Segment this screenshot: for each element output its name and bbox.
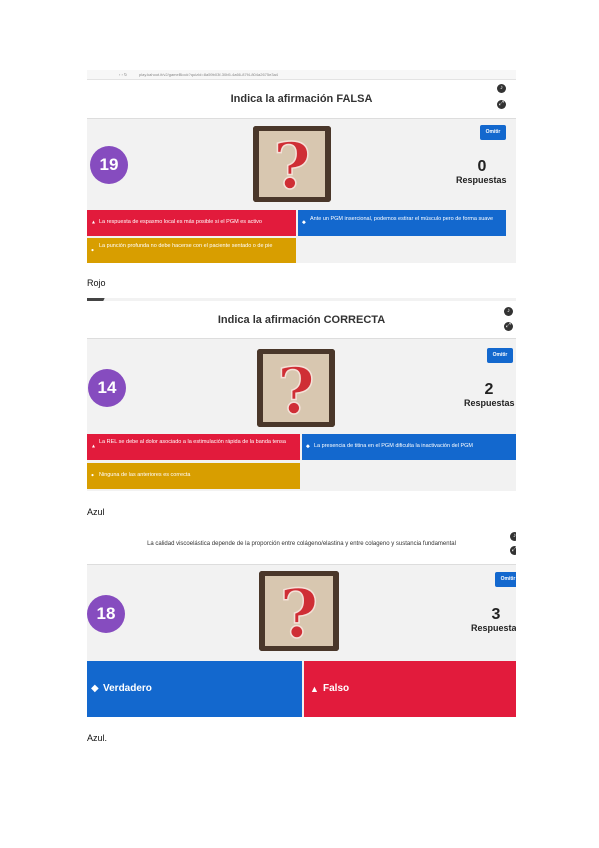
triangle-icon: ▲ bbox=[91, 443, 96, 450]
circle-icon: ● bbox=[91, 247, 95, 253]
triangle-icon: ▲ bbox=[310, 684, 319, 694]
question-mark-icon: ? bbox=[257, 349, 335, 427]
answer-count-label: Respuestas bbox=[464, 398, 515, 408]
skip-button[interactable]: Omitir bbox=[480, 125, 506, 140]
question-image: ? bbox=[259, 571, 339, 651]
answer-text: Verdadero bbox=[103, 683, 152, 694]
answer-option-yellow[interactable]: ● La punción profunda no debe hacerse co… bbox=[87, 238, 296, 263]
kahoot-screenshot-3: La calidad viscoelástica depende de la p… bbox=[87, 527, 516, 717]
question-title: La calidad viscoelástica depende de la p… bbox=[147, 541, 456, 547]
fullscreen-icon[interactable]: ⤢ bbox=[497, 100, 506, 109]
sound-icon[interactable]: ♪ bbox=[497, 84, 506, 93]
sound-icon[interactable]: ♪ bbox=[510, 532, 516, 541]
answer-count: 3 bbox=[491, 606, 501, 623]
answer-option-yellow[interactable]: ● Ninguna de las anteriores es correcta bbox=[87, 463, 300, 489]
kahoot-screenshot-1: ‹ › ↻ play.kahoot.it/v2/gameBlock?quizId… bbox=[87, 70, 516, 263]
answer-count-label: Respuestas bbox=[471, 623, 516, 633]
countdown-timer: 18 bbox=[87, 595, 125, 633]
question-mark-icon: ? bbox=[253, 126, 331, 202]
browser-url-bar[interactable]: ‹ › ↻ play.kahoot.it/v2/gameBlock?quizId… bbox=[87, 70, 516, 80]
diamond-icon: ◆ bbox=[306, 443, 310, 450]
answer-option-red[interactable]: ▲ Falso bbox=[304, 661, 516, 717]
answer-caption: Azul. bbox=[87, 733, 108, 743]
question-title: Indica la afirmación FALSA bbox=[230, 93, 373, 105]
answer-text: La presencia de titina en el PGM dificul… bbox=[314, 443, 473, 449]
answer-text: Ninguna de las anteriores es correcta bbox=[99, 472, 191, 478]
answer-count: 2 bbox=[484, 381, 494, 398]
answer-option-blue[interactable]: ◆ La presencia de titina en el PGM dific… bbox=[302, 434, 516, 460]
skip-button[interactable]: Omitir bbox=[495, 572, 516, 587]
answer-count: 0 bbox=[477, 158, 487, 175]
skip-button[interactable]: Omitir bbox=[487, 348, 513, 363]
answer-caption: Azul bbox=[87, 507, 105, 517]
question-image: ? bbox=[253, 126, 331, 202]
diamond-icon: ◆ bbox=[91, 683, 99, 694]
svg-text:?: ? bbox=[273, 129, 311, 202]
answer-option-red[interactable]: ▲ La REL se debe al dolor asociado a la … bbox=[87, 434, 300, 460]
question-header: Indica la afirmación FALSA ♪ ⤢ bbox=[87, 80, 516, 119]
svg-text:?: ? bbox=[280, 575, 319, 651]
countdown-timer: 19 bbox=[90, 146, 128, 184]
answer-option-blue[interactable]: ◆ Verdadero bbox=[87, 661, 302, 717]
diamond-icon: ◆ bbox=[302, 219, 306, 226]
question-image: ? bbox=[257, 349, 335, 427]
answer-count-label: Respuestas bbox=[456, 175, 507, 185]
answer-text: La REL se debe al dolor asociado a la es… bbox=[99, 439, 286, 445]
svg-text:?: ? bbox=[277, 354, 315, 427]
question-header: Indica la afirmación CORRECTA ♪ ⤢ bbox=[87, 301, 516, 339]
url-text: play.kahoot.it/v2/gameBlock?quizId=8a59b… bbox=[139, 72, 279, 77]
answer-option-red[interactable]: ▲ La respuesta de espasmo local es más p… bbox=[87, 210, 296, 236]
answer-option-blue[interactable]: ◆ Ante un PGM insercional, podemos estir… bbox=[298, 210, 506, 236]
fullscreen-icon[interactable]: ⤢ bbox=[504, 322, 513, 331]
circle-icon: ● bbox=[91, 472, 95, 479]
countdown-timer: 14 bbox=[88, 369, 126, 407]
question-mark-icon: ? bbox=[259, 571, 339, 651]
kahoot-screenshot-2: Indica la afirmación CORRECTA ♪ ⤢ Omitir… bbox=[87, 298, 516, 491]
sound-icon[interactable]: ♪ bbox=[504, 307, 513, 316]
answer-text: Falso bbox=[323, 683, 350, 694]
answer-text: La punción profunda no debe hacerse con … bbox=[99, 243, 273, 249]
question-title: Indica la afirmación CORRECTA bbox=[217, 314, 386, 326]
question-header: La calidad viscoelástica depende de la p… bbox=[87, 527, 516, 565]
answer-caption: Rojo bbox=[87, 278, 106, 288]
answer-text: La respuesta de espasmo local es más pos… bbox=[99, 219, 262, 225]
triangle-icon: ▲ bbox=[91, 219, 96, 226]
answer-text: Ante un PGM insercional, podemos estirar… bbox=[310, 216, 494, 222]
fullscreen-icon[interactable]: ⤢ bbox=[510, 546, 516, 555]
